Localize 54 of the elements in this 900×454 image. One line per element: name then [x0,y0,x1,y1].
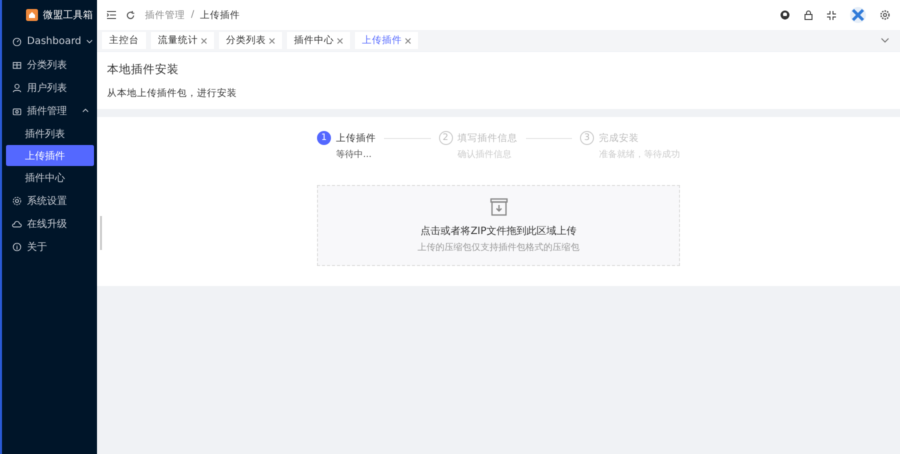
menu-icon[interactable] [107,11,116,19]
upload-hint: 上传的压缩包仅支持插件包格式的压缩包 [418,242,580,254]
resize-handle[interactable] [100,216,102,250]
menu-item[interactable]: 分类列表 [2,53,97,76]
inbox-icon [488,197,508,217]
menu-item[interactable]: Dashboard [2,30,97,53]
box-icon [12,60,22,70]
close-icon[interactable] [337,38,343,44]
chevron-down-icon[interactable] [881,38,889,43]
settings-icon[interactable] [880,10,890,20]
page-tab[interactable]: 流量统计 [151,32,214,49]
close-icon[interactable] [201,38,207,44]
page-tab[interactable]: 上传插件 [355,32,418,49]
menu-item[interactable]: 用户列表 [2,76,97,99]
submenu-item[interactable]: 插件中心 [6,167,94,188]
upload-instruction: 点击或者将ZIP文件拖到此区域上传 [420,224,576,238]
close-icon[interactable] [405,38,411,44]
cloud-icon [12,218,22,228]
menu-item[interactable]: 系统设置 [2,189,97,212]
page-tab[interactable]: 分类列表 [219,32,282,49]
step-description: 等待中... [336,148,373,161]
fullscreen-icon[interactable] [827,10,836,20]
upload-dropzone[interactable]: 点击或者将ZIP文件拖到此区域上传 上传的压缩包仅支持插件包格式的压缩包 [317,185,680,266]
info-icon [12,242,22,252]
user-icon [12,82,22,92]
page-subtitle: 从本地上传插件包，进行安装 [107,87,238,100]
step-title: 上传插件 [336,132,376,144]
menu-item[interactable]: 关于 [2,235,97,258]
app-name: 微盟工具箱 [43,9,93,22]
menu-item[interactable]: 在线升级 [2,212,97,235]
page-tab[interactable]: 插件中心 [287,32,350,49]
step-number: 3 [580,131,594,145]
page-tab[interactable]: 主控台 [102,32,146,49]
chevron-icon [86,39,94,44]
submenu-item[interactable]: 插件列表 [6,123,94,144]
avatar-icon[interactable] [850,7,866,23]
plugin-icon [12,106,22,116]
step-number: 1 [317,131,331,145]
dashboard-icon [12,36,22,46]
step-title: 填写插件信息 [458,132,518,144]
breadcrumb-separator: / [191,8,194,22]
chevron-icon [82,108,89,113]
breadcrumb-item[interactable]: 上传插件 [200,8,240,22]
page-title: 本地插件安装 [107,62,180,77]
submenu-item[interactable]: 上传插件 [6,145,94,166]
gear-icon [12,196,22,206]
menu-item[interactable]: 插件管理 [2,99,97,122]
step-title: 完成安装 [599,132,639,144]
logo-icon [26,9,38,21]
close-icon[interactable] [269,38,275,44]
breadcrumb-item[interactable]: 插件管理 [145,8,185,22]
lock-icon[interactable] [804,10,813,20]
refresh-icon[interactable] [126,10,135,20]
step-number: 2 [438,131,452,145]
